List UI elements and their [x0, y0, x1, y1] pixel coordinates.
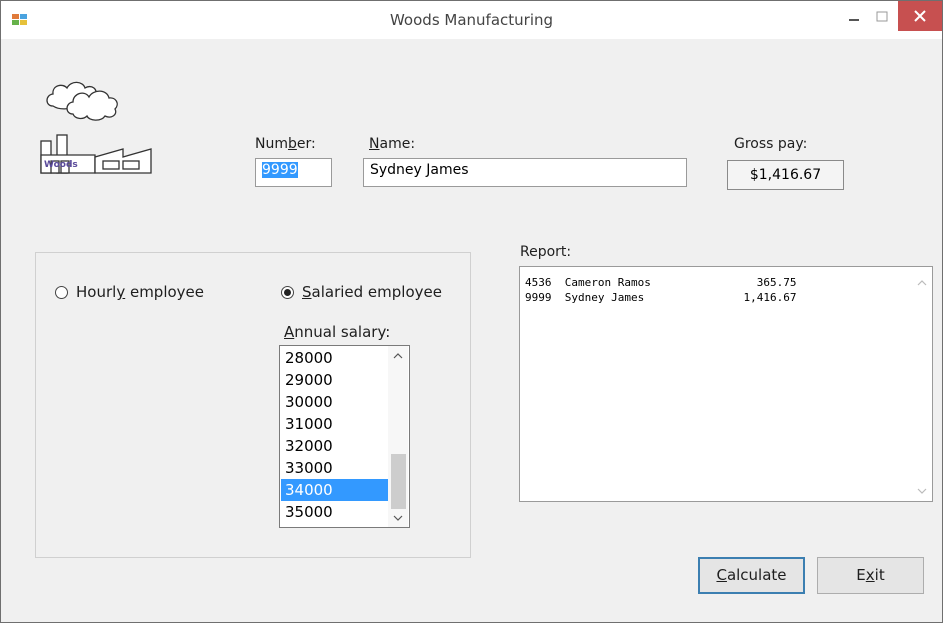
salary-item[interactable]: 33000 — [281, 457, 388, 479]
name-label: Name: — [369, 136, 416, 152]
salary-item[interactable]: 32000 — [281, 435, 388, 457]
scroll-up-icon[interactable] — [393, 352, 403, 360]
scroll-down-icon[interactable] — [917, 487, 927, 495]
salary-item[interactable]: 29000 — [281, 369, 388, 391]
salary-scrollbar[interactable] — [388, 346, 408, 527]
annual-salary-label: Annual salary: — [284, 323, 391, 341]
annual-salary-listbox[interactable]: 28000 29000 30000 31000 32000 33000 3400… — [279, 345, 410, 528]
report-line: 9999 Sydney James 1,416.67 — [525, 291, 797, 304]
salary-item[interactable]: 31000 — [281, 413, 388, 435]
number-label: Number: — [255, 136, 316, 152]
salary-item[interactable]: 30000 — [281, 391, 388, 413]
number-field[interactable]: 9999 — [255, 158, 332, 187]
exit-button[interactable]: Exit — [817, 557, 924, 594]
salaried-radio-circle — [281, 286, 294, 299]
factory-logo: Woods — [40, 81, 152, 174]
calculate-button[interactable]: Calculate — [698, 557, 805, 594]
salary-item[interactable]: 28000 — [281, 347, 388, 369]
minimize-button[interactable] — [843, 7, 865, 29]
report-textbox[interactable]: 4536 Cameron Ramos 365.75 9999 Sydney Ja… — [519, 266, 933, 502]
salary-item-selected[interactable]: 34000 — [281, 479, 388, 501]
window-title: Woods Manufacturing — [389, 11, 554, 29]
salary-item[interactable]: 35000 — [281, 501, 388, 523]
hourly-employee-radio[interactable]: Hourly employee — [55, 283, 204, 301]
gross-pay-value: $1,416.67 — [727, 160, 844, 190]
gross-pay-label: Gross pay: — [734, 136, 808, 152]
name-field[interactable]: Sydney James — [363, 158, 687, 187]
hourly-radio-circle — [55, 286, 68, 299]
logo-text: Woods — [44, 160, 78, 170]
close-button[interactable] — [898, 1, 942, 31]
report-scrollbar[interactable] — [912, 267, 932, 501]
report-label: Report: — [520, 244, 572, 260]
scroll-down-icon[interactable] — [393, 514, 403, 522]
maximize-button[interactable] — [871, 7, 893, 29]
report-line: 4536 Cameron Ramos 365.75 — [525, 276, 797, 289]
app-window: Woods Manufacturing Woods Number: 9999 N… — [0, 0, 943, 623]
salaried-employee-radio[interactable]: Salaried employee — [281, 283, 442, 301]
salary-scroll-thumb[interactable] — [391, 454, 406, 509]
number-value: 9999 — [262, 162, 298, 178]
scroll-up-icon[interactable] — [917, 279, 927, 287]
title-bar[interactable]: Woods Manufacturing — [1, 1, 942, 39]
close-icon — [914, 10, 926, 22]
